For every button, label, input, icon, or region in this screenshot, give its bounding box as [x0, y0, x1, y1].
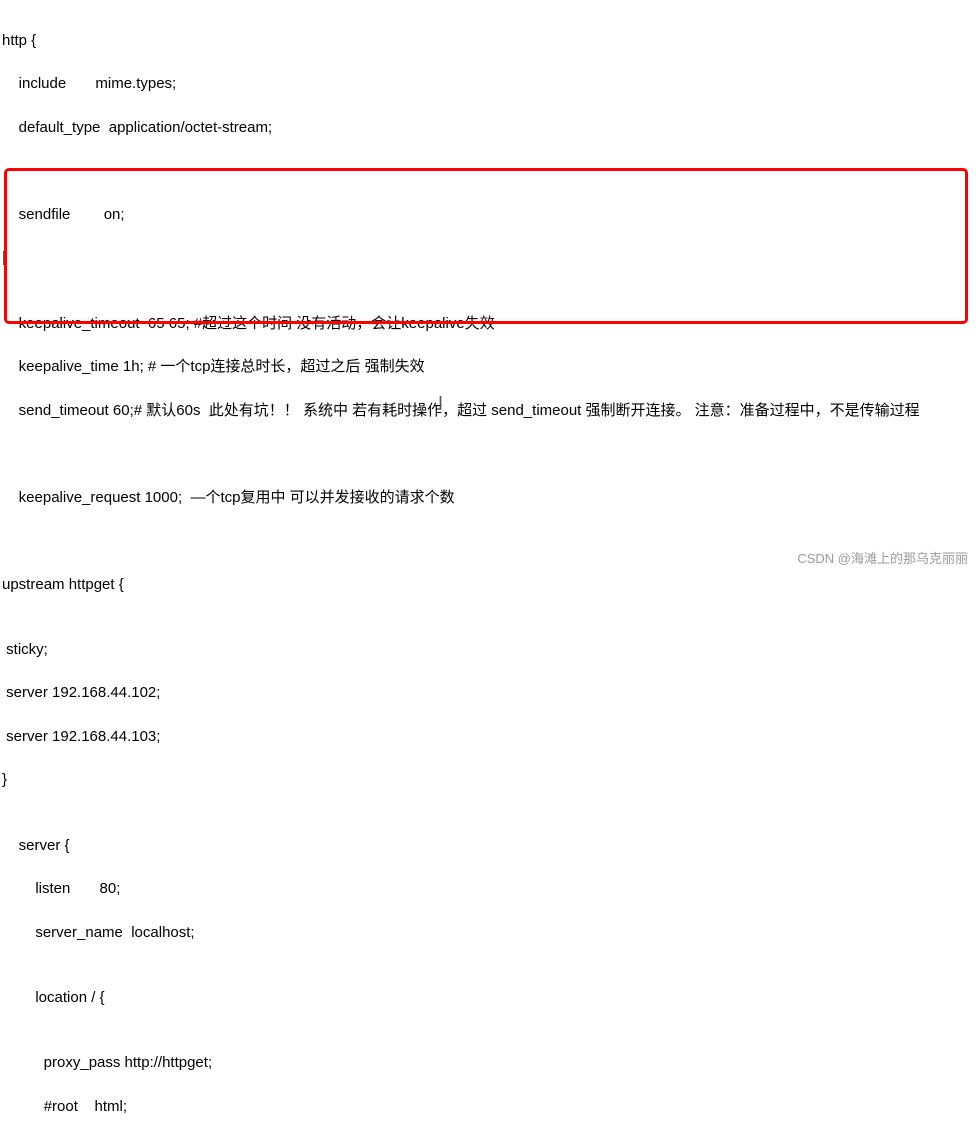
- code-line: keepalive_time 1h; # 一个tcp连接总时长，超过之后 强制失…: [2, 356, 974, 378]
- code-line: include mime.types;: [2, 73, 974, 95]
- code-line: keepalive_timeout 65 65; #超过这个时间 没有活动，会让…: [2, 313, 974, 335]
- code-line: listen 80;: [2, 878, 974, 900]
- code-line: proxy_pass http://httpget;: [2, 1052, 974, 1074]
- code-line: upstream httpget {: [2, 574, 974, 596]
- code-line: http {: [2, 30, 974, 52]
- text-cursor-icon: I: [438, 393, 439, 409]
- code-line: default_type application/octet-stream;: [2, 117, 974, 139]
- code-line: sendfile on;: [2, 204, 974, 226]
- csdn-watermark: CSDN @海滩上的那乌克丽丽: [797, 548, 968, 567]
- code-line: server_name localhost;: [2, 922, 974, 944]
- code-line: }: [2, 769, 974, 791]
- code-line: keepalive_request 1000; —个tcp复用中 可以并发接收的…: [2, 487, 974, 509]
- code-line: |: [2, 247, 974, 269]
- code-line: #root html;: [2, 1096, 974, 1118]
- code-line: send_timeout 60;# 默认60s 此处有坑！！ 系统中 若有耗时操…: [2, 400, 974, 422]
- code-line: location / {: [2, 987, 974, 1009]
- code-line: server 192.168.44.103;: [2, 726, 974, 748]
- code-line: server 192.168.44.102;: [2, 682, 974, 704]
- code-line: sticky;: [2, 639, 974, 661]
- nginx-config-code: http { include mime.types; default_type …: [0, 0, 976, 1139]
- code-line: server {: [2, 835, 974, 857]
